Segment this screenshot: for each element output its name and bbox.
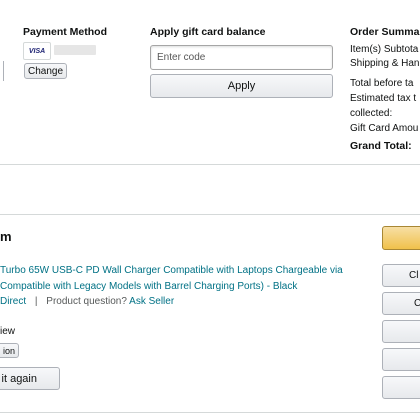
summary-items-row: Item(s) Subtota (350, 44, 419, 55)
change-payment-button[interactable]: Change (24, 63, 67, 79)
product-title-line1[interactable]: Turbo 65W USB-C PD Wall Charger Compatib… (0, 265, 343, 276)
side-action-button-2[interactable]: C (382, 292, 420, 315)
card-brand-label: VISA (28, 47, 46, 55)
visa-card-icon: VISA (23, 42, 51, 60)
side-action-button-3[interactable] (382, 320, 420, 343)
summary-collected-row: collected: (350, 108, 393, 119)
ask-seller-link[interactable]: Ask Seller (129, 296, 174, 307)
section-divider-bottom (0, 412, 420, 413)
buy-it-again-button[interactable]: it again (0, 367, 60, 390)
sold-by-link[interactable]: Direct (0, 296, 26, 307)
summary-total-before-tax-row: Total before ta (350, 78, 414, 89)
product-title-line2: Compatible with Legacy Models with Barre… (0, 281, 297, 292)
product-question-label: Product question? (46, 296, 127, 307)
section-divider-top (0, 164, 420, 165)
side-action-button-1[interactable]: Cl (382, 264, 420, 287)
product-color: Black (272, 281, 298, 292)
meta-separator: | (34, 296, 38, 307)
condition-button[interactable]: ion (0, 343, 19, 358)
product-meta-row: Direct | Product question? Ask Seller (0, 296, 174, 307)
side-action-button-4[interactable] (382, 348, 420, 371)
order-summary-heading: Order Summa (350, 26, 420, 38)
summary-estimated-tax-row: Estimated tax t (350, 93, 417, 104)
grand-total-label: Grand Total: (350, 140, 412, 152)
review-label: iew (0, 326, 16, 337)
masked-card-number (54, 45, 96, 55)
summary-gift-card-row: Gift Card Amou (350, 123, 419, 134)
side-action-button-5[interactable] (382, 376, 420, 399)
item-section-title: m (0, 229, 12, 244)
section-divider-item (0, 214, 420, 215)
gift-card-code-input[interactable] (150, 45, 333, 70)
place-order-button[interactable] (382, 226, 420, 250)
partial-card-fragment (0, 61, 4, 81)
payment-method-heading: Payment Method (23, 26, 108, 38)
summary-shipping-row: Shipping & Han (350, 58, 420, 69)
product-title-link[interactable]: Compatible with Legacy Models with Barre… (0, 281, 270, 292)
apply-gift-card-button[interactable]: Apply (150, 74, 333, 98)
gift-card-heading: Apply gift card balance (150, 26, 266, 38)
